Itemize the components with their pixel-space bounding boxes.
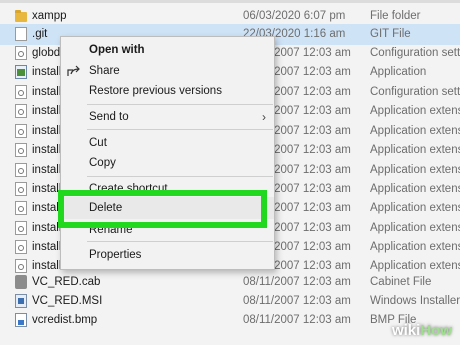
file-type: Application extens... xyxy=(370,144,460,156)
file-type: Cabinet File xyxy=(370,276,432,288)
file-name: install xyxy=(32,202,62,214)
bitmap-icon xyxy=(15,313,27,327)
cabinet-icon xyxy=(15,275,27,289)
menu-item-label: Properties xyxy=(89,249,142,261)
file-type: Application extens... xyxy=(370,222,460,234)
file-type: Configuration setti... xyxy=(370,86,460,98)
file-type: Application extens... xyxy=(370,164,460,176)
dll-icon xyxy=(15,163,27,177)
menu-separator xyxy=(87,241,273,242)
menu-item-open-with[interactable]: Open with xyxy=(61,39,274,61)
share-icon xyxy=(67,65,80,76)
file-type: Application xyxy=(370,66,427,78)
file-name: install xyxy=(32,222,62,234)
menu-item-cut[interactable]: Cut xyxy=(61,132,274,154)
watermark-text: How xyxy=(420,322,452,339)
file-type: Application extens... xyxy=(370,125,460,137)
menu-item-copy[interactable]: Copy xyxy=(61,152,274,174)
menu-item-label: Restore previous versions xyxy=(89,85,222,97)
file-name: VC_RED.MSI xyxy=(32,295,103,307)
dll-icon xyxy=(15,182,27,196)
file-name: install xyxy=(32,241,62,253)
dll-icon xyxy=(15,104,27,118)
file-name: install xyxy=(32,105,62,117)
application-icon xyxy=(15,65,27,79)
file-name: VC_RED.cab xyxy=(32,276,101,288)
watermark: wikiHow xyxy=(392,322,452,339)
file-name: install xyxy=(32,86,62,98)
file-name: install xyxy=(32,66,62,78)
dll-icon xyxy=(15,259,27,273)
file-name: globd xyxy=(32,47,61,59)
menu-item-properties[interactable]: Properties xyxy=(61,244,274,266)
dll-icon xyxy=(15,201,27,215)
file-icon xyxy=(15,27,27,41)
dll-icon xyxy=(15,221,27,235)
file-name: .git xyxy=(32,28,48,40)
config-file-icon xyxy=(15,46,27,60)
file-name: install xyxy=(32,125,62,137)
file-name: vcredist.bmp xyxy=(32,314,98,326)
file-type: Application extens... xyxy=(370,105,460,117)
file-row[interactable]: VC_RED.MSI 08/11/2007 12:03 am Windows I… xyxy=(0,291,460,312)
menu-item-share[interactable]: Share xyxy=(61,60,274,82)
file-type: Application extens... xyxy=(370,183,460,195)
file-type: Windows Installer ... xyxy=(370,295,460,307)
file-name: install xyxy=(32,144,62,156)
config-file-icon xyxy=(15,85,27,99)
delete-highlight-box xyxy=(58,190,267,228)
menu-item-label: Open with xyxy=(89,44,145,56)
file-row[interactable]: VC_RED.cab 08/11/2007 12:03 am Cabinet F… xyxy=(0,272,460,293)
chevron-right-icon: › xyxy=(262,110,266,124)
dll-icon xyxy=(15,143,27,157)
installer-icon xyxy=(15,294,27,308)
menu-separator xyxy=(87,129,273,130)
file-type: GIT File xyxy=(370,28,411,40)
folder-icon xyxy=(15,10,27,22)
watermark-text: wiki xyxy=(391,322,421,339)
file-name: install xyxy=(32,164,62,176)
file-name: install xyxy=(32,183,62,195)
menu-item-label: Cut xyxy=(89,137,107,149)
menu-item-restore-previous-versions[interactable]: Restore previous versions xyxy=(61,80,274,102)
file-type: Application extens... xyxy=(370,241,460,253)
file-date: 08/11/2007 12:03 am xyxy=(243,314,351,326)
header-divider xyxy=(0,0,460,3)
menu-item-label: Share xyxy=(89,65,120,77)
menu-item-label: Send to xyxy=(89,111,129,123)
menu-item-send-to[interactable]: Send to › xyxy=(61,106,274,128)
menu-item-label: Copy xyxy=(89,157,116,169)
dll-icon xyxy=(15,240,27,254)
menu-separator xyxy=(87,176,273,177)
file-date: 08/11/2007 12:03 am xyxy=(243,295,351,307)
file-type: Application extens... xyxy=(370,202,460,214)
dll-icon xyxy=(15,124,27,138)
menu-separator xyxy=(87,104,273,105)
file-date: 08/11/2007 12:03 am xyxy=(243,276,351,288)
file-type: Configuration setti... xyxy=(370,47,460,59)
context-menu: Open with Share Restore previous version… xyxy=(60,36,275,270)
